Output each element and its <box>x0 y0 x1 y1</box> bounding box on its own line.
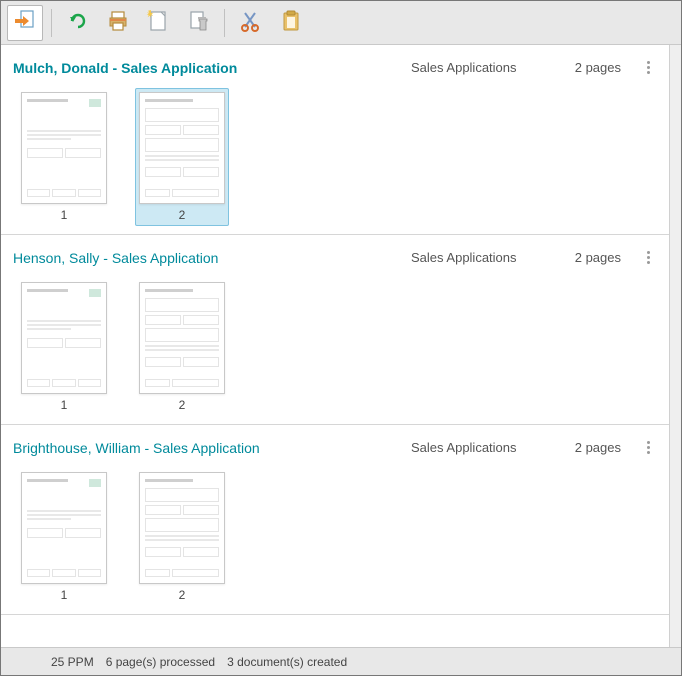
page-number: 2 <box>179 208 186 222</box>
document-header: Henson, Sally - Sales ApplicationSales A… <box>13 247 657 268</box>
document: Mulch, Donald - Sales ApplicationSales A… <box>1 45 669 235</box>
scrollbar[interactable] <box>669 45 681 647</box>
rotate-icon <box>66 9 90 36</box>
document-title[interactable]: Mulch, Donald - Sales Application <box>13 60 411 76</box>
status-created: 3 document(s) created <box>227 655 347 669</box>
page-thumbnails: 1 2 <box>13 468 657 606</box>
page-thumbnail[interactable]: 1 <box>17 88 111 226</box>
page-thumbnail[interactable]: 2 <box>135 468 229 606</box>
document-title[interactable]: Brighthouse, William - Sales Application <box>13 440 411 456</box>
page-thumbnails: 1 2 <box>13 88 657 226</box>
page-thumbnail-image <box>139 282 225 394</box>
page-thumbnail[interactable]: 1 <box>17 468 111 606</box>
page-thumbnails: 1 2 <box>13 278 657 416</box>
kebab-menu-icon[interactable] <box>639 247 657 268</box>
status-processed: 6 page(s) processed <box>106 655 215 669</box>
status-bar: 25 PPM 6 page(s) processed 3 document(s)… <box>1 647 681 675</box>
print-icon <box>106 9 130 36</box>
toolbar <box>1 1 681 45</box>
paste-button[interactable] <box>273 5 309 41</box>
document-category: Sales Applications <box>411 440 551 455</box>
document-header: Mulch, Donald - Sales ApplicationSales A… <box>13 57 657 78</box>
new-document-icon <box>146 9 170 36</box>
rotate-button[interactable] <box>60 5 96 41</box>
page-number: 1 <box>61 208 68 222</box>
page-thumbnail-image <box>21 92 107 204</box>
page-thumbnail-image <box>21 472 107 584</box>
document-pages-count: 2 pages <box>551 250 621 265</box>
document-title[interactable]: Henson, Sally - Sales Application <box>13 250 411 266</box>
page-number: 1 <box>61 398 68 412</box>
export-button[interactable] <box>7 5 43 41</box>
paste-icon <box>279 9 303 36</box>
delete-button[interactable] <box>180 5 216 41</box>
page-number: 2 <box>179 588 186 602</box>
toolbar-separator <box>51 9 52 37</box>
cut-icon <box>239 9 263 36</box>
new-document-button[interactable] <box>140 5 176 41</box>
page-thumbnail-image <box>139 472 225 584</box>
content-wrap: Mulch, Donald - Sales ApplicationSales A… <box>1 45 681 647</box>
delete-icon <box>186 9 210 36</box>
print-button[interactable] <box>100 5 136 41</box>
document: Henson, Sally - Sales ApplicationSales A… <box>1 235 669 425</box>
status-ppm: 25 PPM <box>51 655 94 669</box>
document-list: Mulch, Donald - Sales ApplicationSales A… <box>1 45 669 647</box>
page-thumbnail-image <box>21 282 107 394</box>
document-header: Brighthouse, William - Sales Application… <box>13 437 657 458</box>
cut-button[interactable] <box>233 5 269 41</box>
page-number: 2 <box>179 398 186 412</box>
page-thumbnail[interactable]: 1 <box>17 278 111 416</box>
kebab-menu-icon[interactable] <box>639 57 657 78</box>
kebab-menu-icon[interactable] <box>639 437 657 458</box>
page-number: 1 <box>61 588 68 602</box>
page-thumbnail[interactable]: 2 <box>135 88 229 226</box>
document-category: Sales Applications <box>411 60 551 75</box>
page-thumbnail-image <box>139 92 225 204</box>
document-category: Sales Applications <box>411 250 551 265</box>
page-thumbnail[interactable]: 2 <box>135 278 229 416</box>
export-icon <box>13 9 37 36</box>
document-pages-count: 2 pages <box>551 440 621 455</box>
document: Brighthouse, William - Sales Application… <box>1 425 669 615</box>
toolbar-separator <box>224 9 225 37</box>
document-pages-count: 2 pages <box>551 60 621 75</box>
